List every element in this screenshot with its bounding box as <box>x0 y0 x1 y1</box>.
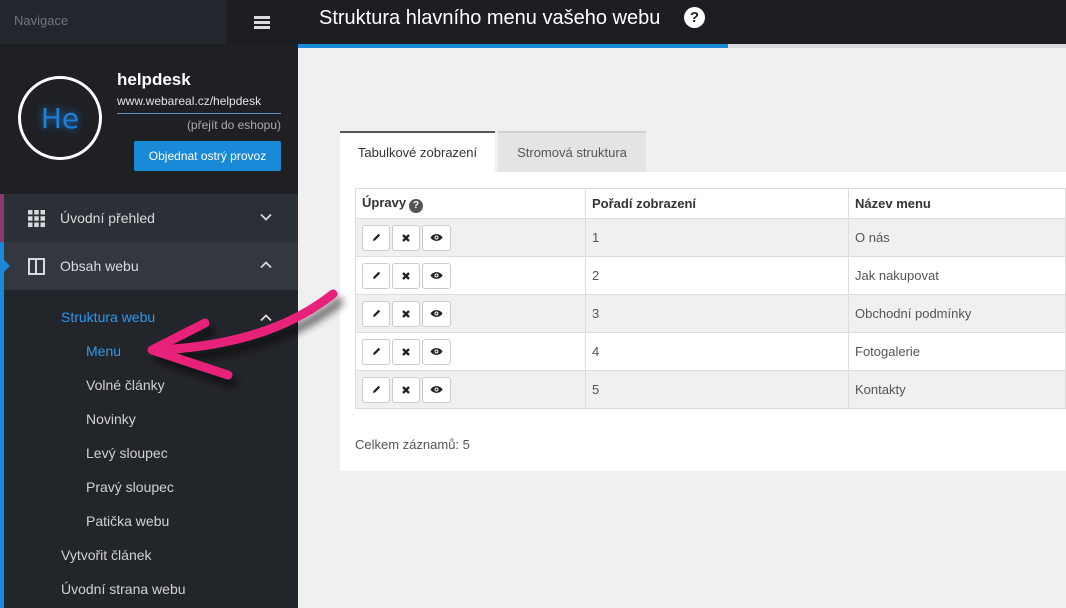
submenu-item-menu[interactable]: Menu <box>86 343 121 359</box>
view-button[interactable] <box>422 300 451 327</box>
profile-panel: He helpdesk www.webareal.cz/helpdesk (př… <box>0 44 298 194</box>
row-actions <box>355 332 586 371</box>
delete-button[interactable] <box>392 300 420 327</box>
delete-button[interactable] <box>392 338 420 365</box>
shop-link[interactable]: (přejít do eshopu) <box>187 118 281 132</box>
submenu-item-homepage[interactable]: Úvodní strana webu <box>61 581 186 597</box>
active-marker <box>4 260 10 272</box>
row-order: 3 <box>585 294 849 333</box>
submenu-item-right-column[interactable]: Pravý sloupec <box>86 479 174 495</box>
row-order: 1 <box>585 218 849 257</box>
submenu-item-create-article[interactable]: Vytvořit článek <box>61 547 152 563</box>
close-icon <box>402 233 410 242</box>
row-name: Kontakty <box>848 370 1066 409</box>
nav-title: Navigace <box>14 13 69 28</box>
view-button[interactable] <box>422 376 451 403</box>
row-order: 5 <box>585 370 849 409</box>
edit-button[interactable] <box>362 376 390 403</box>
nav-header: Navigace <box>0 0 298 44</box>
progress-fill <box>298 44 729 48</box>
hamburger-icon <box>254 16 270 29</box>
delete-button[interactable] <box>392 376 420 403</box>
grid-icon <box>28 210 45 227</box>
page-title: Struktura hlavního menu vašeho webu <box>319 7 661 29</box>
table-row: 2 Jak nakupovat <box>355 256 1066 295</box>
row-actions <box>355 218 586 257</box>
row-actions <box>355 256 586 295</box>
pencil-icon <box>372 385 380 393</box>
delete-button[interactable] <box>392 262 420 289</box>
chevron-up-icon <box>260 261 272 269</box>
view-button[interactable] <box>422 338 451 365</box>
edit-button[interactable] <box>362 224 390 251</box>
edit-button[interactable] <box>362 338 390 365</box>
sidebar-item-label: Obsah webu <box>60 258 139 274</box>
column-header-name: Název menu <box>848 188 1066 219</box>
tab-table-view[interactable]: Tabulkové zobrazení <box>340 131 495 172</box>
row-name: Obchodní podmínky <box>848 294 1066 333</box>
column-header-order: Pořadí zobrazení <box>585 188 849 219</box>
eye-icon <box>430 386 443 393</box>
delete-button[interactable] <box>392 224 420 251</box>
row-order: 4 <box>585 332 849 371</box>
view-button[interactable] <box>422 224 451 251</box>
eye-icon <box>430 348 443 355</box>
table-row: 5 Kontakty <box>355 370 1066 409</box>
eye-icon <box>430 272 443 279</box>
table-row: 1O nás <box>355 218 1066 257</box>
close-icon <box>402 347 410 356</box>
view-button[interactable] <box>422 262 451 289</box>
pencil-icon <box>372 347 380 355</box>
row-order: 2 <box>585 256 849 295</box>
sidebar-item-overview[interactable]: Úvodní přehled <box>0 194 298 242</box>
eye-icon <box>430 310 443 317</box>
close-icon <box>402 309 410 318</box>
column-header-label: Úpravy <box>362 194 407 210</box>
order-button[interactable]: Objednat ostrý provoz <box>134 141 281 171</box>
sidebar-item-web-content[interactable]: Obsah webu <box>0 242 298 290</box>
page-header: Struktura hlavního menu vašeho webu ? <box>298 0 1066 44</box>
hamburger-button[interactable] <box>226 0 298 44</box>
close-icon <box>402 271 410 280</box>
submenu-item-structure[interactable]: Struktura webu <box>61 309 155 325</box>
columns-icon <box>28 258 45 275</box>
sidebar-item-label: Úvodní přehled <box>60 210 155 226</box>
progress-bar <box>298 44 1066 48</box>
profile-url[interactable]: www.webareal.cz/helpdesk <box>117 94 281 114</box>
edit-button[interactable] <box>362 262 390 289</box>
eye-icon <box>430 234 443 241</box>
submenu-item-free-articles[interactable]: Volné články <box>86 377 165 393</box>
row-actions <box>355 294 586 333</box>
question-icon[interactable]: ? <box>684 7 705 28</box>
chevron-down-icon <box>260 213 272 221</box>
table-row: 3 Obchodní podmínky <box>355 294 1066 333</box>
edit-button[interactable] <box>362 300 390 327</box>
pencil-icon <box>372 309 380 317</box>
pencil-icon <box>372 271 380 279</box>
pencil-icon <box>372 233 380 241</box>
profile-name: helpdesk <box>117 70 191 89</box>
table-row: 4 Fotogalerie <box>355 332 1066 371</box>
submenu: Struktura webu Menu Volné články Novinky… <box>0 290 298 608</box>
submenu-item-footer[interactable]: Patička webu <box>86 513 169 529</box>
column-header-actions: Úpravy? <box>355 188 586 219</box>
row-name: O nás <box>848 218 1066 257</box>
close-icon <box>402 385 410 394</box>
sidebar: Navigace He helpdesk www.webareal.cz/hel… <box>0 0 298 608</box>
submenu-item-news[interactable]: Novinky <box>86 411 136 427</box>
avatar: He <box>18 76 102 160</box>
row-name: Jak nakupovat <box>848 256 1066 295</box>
total-records: Celkem záznamů: 5 <box>355 437 470 452</box>
row-actions <box>355 370 586 409</box>
row-name: Fotogalerie <box>848 332 1066 371</box>
menu-table: Úpravy? Pořadí zobrazení Název menu 1O n… <box>355 188 1066 409</box>
question-icon[interactable]: ? <box>409 198 424 213</box>
tab-tree-structure[interactable]: Stromová struktura <box>498 131 646 172</box>
chevron-up-icon <box>260 314 272 322</box>
submenu-item-left-column[interactable]: Levý sloupec <box>86 445 168 461</box>
